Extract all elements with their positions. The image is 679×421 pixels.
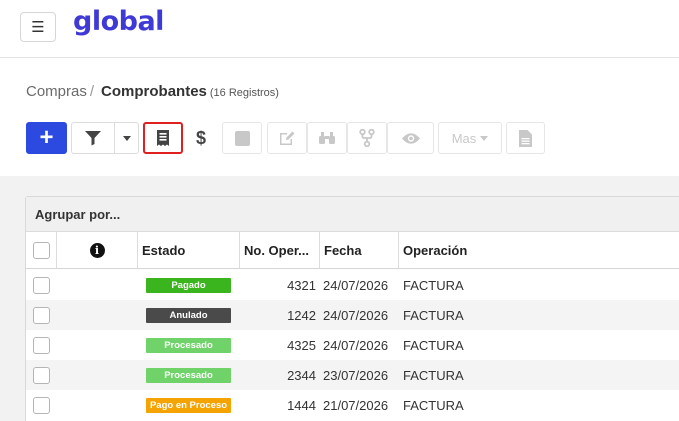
menu-button[interactable]: ☰ xyxy=(20,12,56,42)
row-select-cell xyxy=(33,300,57,330)
no-oper-cell: 4321 xyxy=(287,277,316,293)
data-grid: Agrupar por... i Estado No. Oper... Fech… xyxy=(25,196,679,421)
document-button[interactable] xyxy=(506,122,545,154)
table-row[interactable]: Procesado 2344 23/07/2026 FACTURA xyxy=(26,360,679,390)
status-badge: Procesado xyxy=(146,367,231,383)
estado-cell: Procesado xyxy=(146,360,238,390)
table-row[interactable]: Pago en Proceso 1444 21/07/2026 FACTURA xyxy=(26,390,679,420)
no-oper-cell: 1444 xyxy=(287,397,316,413)
row-select-cell xyxy=(33,360,57,390)
status-badge: Pago en Proceso xyxy=(146,397,231,413)
breadcrumb: Compras / Comprobantes (16 Registros) xyxy=(26,83,279,100)
plus-icon: + xyxy=(39,124,54,151)
more-dropdown[interactable]: Mas xyxy=(438,122,502,154)
page-header: Compras / Comprobantes (16 Registros) + $ xyxy=(0,59,679,176)
stop-button[interactable] xyxy=(222,122,262,154)
filter-button[interactable] xyxy=(71,122,114,154)
estado-cell: Anulado xyxy=(146,300,238,330)
square-icon xyxy=(234,130,250,146)
more-label: Mas xyxy=(451,130,477,146)
row-select-cell xyxy=(33,390,57,420)
record-count: (16 Registros) xyxy=(209,87,279,99)
row-checkbox[interactable] xyxy=(33,306,50,324)
hamburger-icon: ☰ xyxy=(31,19,45,36)
branch-button[interactable] xyxy=(347,122,387,154)
group-by-bar[interactable]: Agrupar por... xyxy=(26,197,679,232)
estado-cell: Pagado xyxy=(146,270,238,300)
operacion-cell: FACTURA xyxy=(403,367,464,383)
no-oper-cell: 2344 xyxy=(287,367,316,383)
caret-down-icon xyxy=(122,135,131,141)
binoculars-button[interactable] xyxy=(307,122,347,154)
fecha-cell: 21/07/2026 xyxy=(323,397,389,413)
fecha-cell: 24/07/2026 xyxy=(323,307,389,323)
column-header-estado[interactable]: Estado xyxy=(138,232,240,269)
select-all-cell xyxy=(26,232,57,269)
top-bar: ☰ global xyxy=(0,0,679,58)
receipt-button[interactable] xyxy=(143,122,183,154)
estado-cell: Pago en Proceso xyxy=(146,390,238,420)
eye-icon xyxy=(401,132,420,144)
row-select-cell xyxy=(33,270,57,300)
column-header-operacion[interactable]: Operación xyxy=(399,232,679,269)
row-checkbox[interactable] xyxy=(33,366,50,384)
info-column-header: i xyxy=(57,232,138,269)
table-row[interactable]: Pagado 4321 24/07/2026 FACTURA xyxy=(26,270,679,300)
operacion-cell: FACTURA xyxy=(403,397,464,413)
column-header-no-oper[interactable]: No. Oper... xyxy=(240,232,320,269)
payment-button[interactable]: $ xyxy=(183,122,219,154)
row-checkbox[interactable] xyxy=(33,396,50,414)
column-header-fecha[interactable]: Fecha xyxy=(320,232,399,269)
fecha-cell: 24/07/2026 xyxy=(323,277,389,293)
operacion-cell: FACTURA xyxy=(403,337,464,353)
view-button[interactable] xyxy=(387,122,434,154)
dollar-icon: $ xyxy=(195,127,206,148)
binoculars-icon xyxy=(319,132,335,144)
select-all-checkbox[interactable] xyxy=(32,242,50,259)
no-oper-cell: 4325 xyxy=(287,337,316,353)
breadcrumb-separator: / xyxy=(89,83,95,100)
edit-button[interactable] xyxy=(267,122,307,154)
row-checkbox[interactable] xyxy=(33,276,50,294)
receipt-icon xyxy=(157,130,169,146)
filter-dropdown-button[interactable] xyxy=(114,122,139,154)
breadcrumb-parent[interactable]: Compras xyxy=(26,83,87,100)
row-checkbox[interactable] xyxy=(33,336,50,354)
caret-down-icon xyxy=(480,135,489,141)
fecha-cell: 23/07/2026 xyxy=(323,367,389,383)
logo[interactable]: global xyxy=(73,6,164,37)
status-badge: Pagado xyxy=(146,277,231,293)
status-badge: Anulado xyxy=(146,307,231,323)
page-title: Comprobantes xyxy=(101,83,207,100)
fecha-cell: 24/07/2026 xyxy=(323,337,389,353)
operacion-cell: FACTURA xyxy=(403,277,464,293)
branch-icon xyxy=(359,129,375,147)
table-row[interactable]: Anulado 1242 24/07/2026 FACTURA xyxy=(26,300,679,330)
info-icon: i xyxy=(89,243,105,258)
table-header: i Estado No. Oper... Fecha Operación xyxy=(26,232,679,269)
estado-cell: Procesado xyxy=(146,330,238,360)
status-badge: Procesado xyxy=(146,337,231,353)
edit-icon xyxy=(280,131,295,145)
document-icon xyxy=(519,129,532,147)
operacion-cell: FACTURA xyxy=(403,307,464,323)
row-select-cell xyxy=(33,330,57,360)
table-row[interactable]: Procesado 4325 24/07/2026 FACTURA xyxy=(26,330,679,360)
no-oper-cell: 1242 xyxy=(287,307,316,323)
add-button[interactable]: + xyxy=(26,122,67,154)
filter-icon xyxy=(85,131,101,146)
